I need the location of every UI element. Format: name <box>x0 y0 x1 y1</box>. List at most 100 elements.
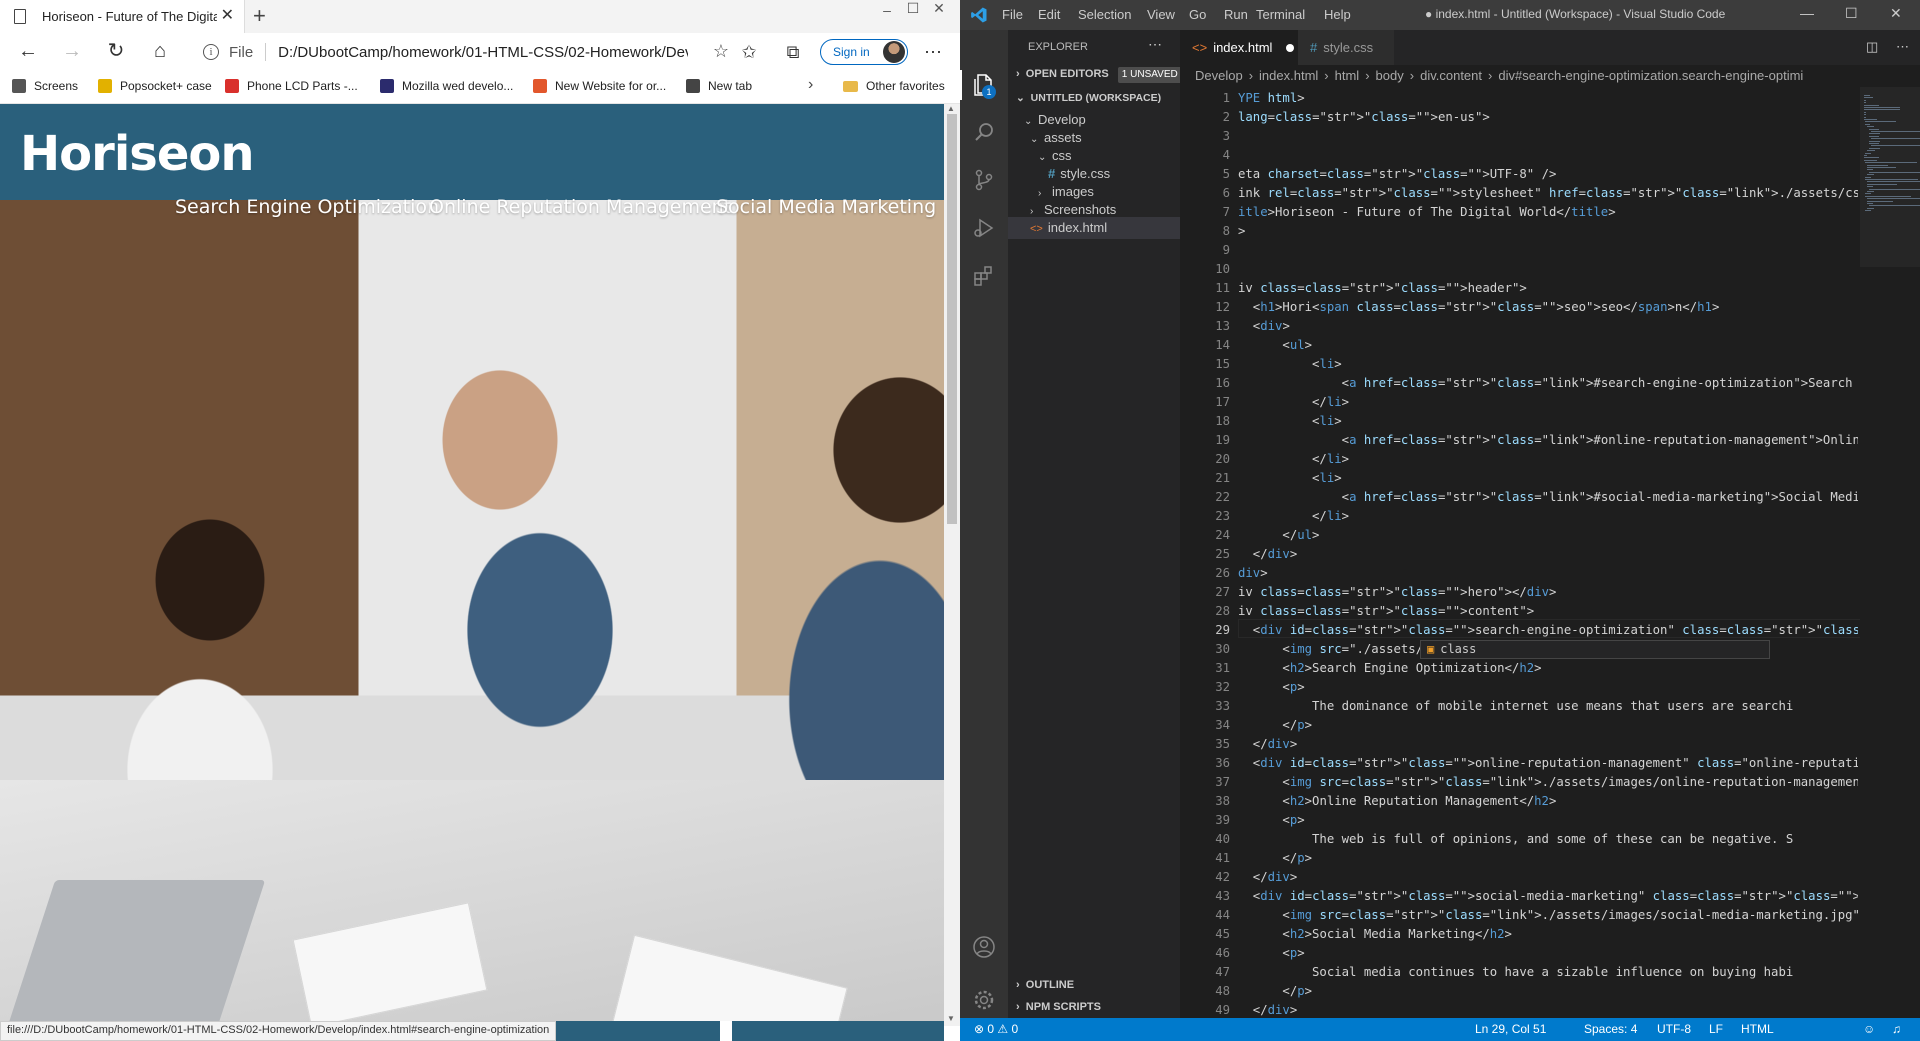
code-line[interactable]: div> <box>1238 564 1858 583</box>
back-button[interactable]: ← <box>14 40 42 64</box>
autocomplete-suggestion[interactable]: ▣ class <box>1420 640 1770 659</box>
code-line[interactable]: <div> <box>1238 317 1858 336</box>
favorite-item[interactable]: Screens <box>12 79 78 93</box>
close-tab-icon[interactable]: ✕ <box>221 8 234 24</box>
favorite-item[interactable]: Popsocket+ case <box>98 79 212 93</box>
code-line[interactable]: <div id=class="str">"class="">social-med… <box>1238 887 1858 906</box>
notifications-bell-icon[interactable]: ♫ <box>1892 1022 1901 1036</box>
nav-link-reputation[interactable]: Online Reputation Management <box>429 196 731 218</box>
favorites-icon[interactable]: ✩ <box>738 42 760 63</box>
code-line[interactable]: </div> <box>1238 1001 1858 1018</box>
home-button[interactable]: ⌂ <box>146 40 174 64</box>
code-line[interactable]: <a href=class="str">"class="link">#searc… <box>1238 374 1858 393</box>
favorite-item[interactable]: New Website for or... <box>533 79 666 93</box>
unsaved-dot-icon[interactable] <box>1286 44 1295 52</box>
breadcrumb-item[interactable]: index.html <box>1259 68 1318 83</box>
sign-in-button[interactable]: Sign in <box>820 39 908 65</box>
new-tab-button[interactable]: + <box>253 4 266 28</box>
tab-style-css[interactable]: # style.css <box>1298 30 1394 65</box>
code-line[interactable]: iv class=class="str">"class="">hero"></d… <box>1238 583 1858 602</box>
code-line[interactable]: Social media continues to have a sizable… <box>1238 963 1858 982</box>
code-line[interactable]: eta charset=class="str">"class="">UTF-8"… <box>1238 165 1858 184</box>
code-line[interactable]: <a href=class="str">"class="link">#onlin… <box>1238 431 1858 450</box>
code-line[interactable]: <li> <box>1238 469 1858 488</box>
code-line[interactable]: <p> <box>1238 678 1858 697</box>
npm-scripts-section[interactable]: › NPM SCRIPTS <box>1008 996 1180 1018</box>
code-line[interactable]: > <box>1238 222 1858 241</box>
workspace-section[interactable]: ⌄ UNTITLED (WORKSPACE) <box>1008 87 1180 109</box>
favorite-item[interactable]: Mozilla wed develo... <box>380 79 513 93</box>
language-mode[interactable]: HTML <box>1741 1022 1774 1036</box>
refresh-button[interactable]: ↻ <box>102 40 130 64</box>
code-line[interactable]: <ul> <box>1238 336 1858 355</box>
code-line[interactable]: <li> <box>1238 355 1858 374</box>
code-line[interactable]: YPE html> <box>1238 89 1858 108</box>
code-line[interactable]: </ul> <box>1238 526 1858 545</box>
code-line[interactable]: <div id=class="str">"class="">search-eng… <box>1238 621 1858 640</box>
favorite-item[interactable]: New tab <box>686 79 752 93</box>
extensions-icon[interactable] <box>972 264 996 288</box>
menu-item-file[interactable]: File <box>1002 7 1023 22</box>
browser-tab[interactable]: Horiseon - Future of The Digital World ✕ <box>0 0 245 33</box>
breadcrumb-item[interactable]: div.content <box>1420 68 1482 83</box>
code-line[interactable]: <h2>Social Media Marketing</h2> <box>1238 925 1858 944</box>
more-actions-icon[interactable]: ⋯ <box>1148 36 1162 53</box>
favorite-item[interactable]: Phone LCD Parts -... <box>225 79 358 93</box>
menu-item-run[interactable]: Run <box>1224 7 1248 22</box>
menu-item-help[interactable]: Help <box>1324 7 1351 22</box>
code-line[interactable]: </li> <box>1238 393 1858 412</box>
code-editor[interactable]: 1 YPE html> 2 lang=class="str">"class="">en… <box>1180 87 1920 1018</box>
code-line[interactable]: The web is full of opinions, and some of… <box>1238 830 1858 849</box>
code-line[interactable]: <p> <box>1238 944 1858 963</box>
more-menu-icon[interactable]: ⋯ <box>922 42 944 63</box>
code-line[interactable]: </div> <box>1238 545 1858 564</box>
maximize-icon[interactable]: ☐ <box>1845 5 1858 22</box>
close-window-icon[interactable]: ✕ <box>916 0 960 20</box>
code-line[interactable]: </li> <box>1238 450 1858 469</box>
code-line[interactable] <box>1238 146 1858 165</box>
code-line[interactable]: <li> <box>1238 412 1858 431</box>
menu-item-go[interactable]: Go <box>1189 7 1206 22</box>
code-line[interactable]: <div id=class="str">"class="">online-rep… <box>1238 754 1858 773</box>
open-editors-section[interactable]: › OPEN EDITORS 1 UNSAVED <box>1008 63 1182 85</box>
info-icon[interactable]: i <box>203 44 219 60</box>
minimize-icon[interactable]: — <box>1800 5 1814 21</box>
address-bar[interactable]: i File D:/DUbootCamp/homework/01-HTML-CS… <box>190 37 729 67</box>
encoding[interactable]: UTF-8 <box>1657 1022 1691 1036</box>
favorite-star-icon[interactable]: ☆ <box>713 41 729 62</box>
accounts-icon[interactable] <box>972 935 996 959</box>
menu-item-terminal[interactable]: Terminal <box>1256 7 1305 22</box>
menu-item-view[interactable]: View <box>1147 7 1175 22</box>
menu-item-selection[interactable]: Selection <box>1078 7 1131 22</box>
outline-section[interactable]: › OUTLINE <box>1008 974 1180 996</box>
close-window-icon[interactable]: ✕ <box>1890 5 1902 22</box>
code-line[interactable]: <p> <box>1238 811 1858 830</box>
breadcrumb-item[interactable]: Develop <box>1195 68 1243 83</box>
code-line[interactable]: ink rel=class="str">"class="">stylesheet… <box>1238 184 1858 203</box>
code-line[interactable]: <a href=class="str">"class="link">#socia… <box>1238 488 1858 507</box>
menu-item-edit[interactable]: Edit <box>1038 7 1060 22</box>
code-line[interactable]: iv class=class="str">"class="">header"> <box>1238 279 1858 298</box>
search-icon[interactable] <box>972 120 996 144</box>
run-debug-icon[interactable] <box>972 216 996 240</box>
nav-link-seo[interactable]: Search Engine Optimization <box>175 196 439 218</box>
code-line[interactable]: iv class=class="str">"class="">content"> <box>1238 602 1858 621</box>
code-line[interactable] <box>1238 127 1858 146</box>
nav-link-social[interactable]: Social Media Marketing <box>716 196 936 218</box>
indentation[interactable]: Spaces: 4 <box>1584 1022 1637 1036</box>
breadcrumb-item[interactable]: div#search-engine-optimization.search-en… <box>1498 68 1803 83</box>
breadcrumb-item[interactable]: html <box>1335 68 1360 83</box>
code-line[interactable]: </li> <box>1238 507 1858 526</box>
more-actions-icon[interactable]: ⋯ <box>1896 39 1912 55</box>
feedback-icon[interactable]: ☺ <box>1863 1022 1875 1036</box>
breadcrumb-item[interactable]: body <box>1376 68 1404 83</box>
forward-button[interactable]: → <box>58 40 86 64</box>
address-url[interactable]: D:/DUbootCamp/homework/01-HTML-CSS/02-Ho… <box>278 44 688 61</box>
settings-gear-icon[interactable] <box>972 988 996 1012</box>
chevron-right-icon[interactable]: › <box>808 76 813 94</box>
code-line[interactable] <box>1238 241 1858 260</box>
problems-indicator[interactable]: ⊗ 0 ⚠ 0 <box>974 1022 1018 1036</box>
other-favorites[interactable]: Other favorites <box>843 79 945 93</box>
minimap[interactable] <box>1860 87 1920 1018</box>
code-line[interactable]: <img src=class="str">"class="link">./ass… <box>1238 773 1858 792</box>
